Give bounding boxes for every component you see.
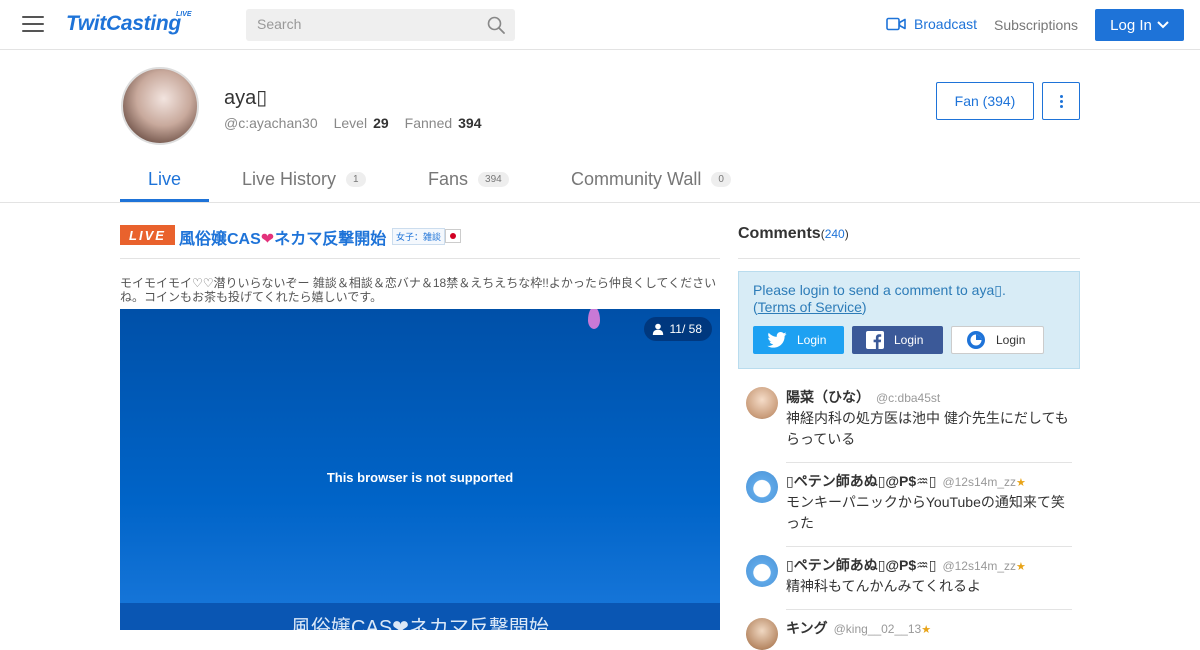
level-value: 29 xyxy=(373,115,389,131)
hamburger-menu-icon[interactable] xyxy=(22,16,44,34)
twitter-login-button[interactable]: Login xyxy=(753,326,844,354)
supporter-medal-icon: ★ xyxy=(1016,561,1026,573)
balloon-icon xyxy=(588,309,600,329)
logo-live-mark: LIVE xyxy=(176,11,192,18)
broadcast-link[interactable]: Broadcast xyxy=(886,16,977,32)
commenter-avatar[interactable] xyxy=(746,555,778,587)
commenter-id: @c:dba45st xyxy=(876,391,941,405)
commenter-display-name: ▯ペテン師あぬ▯@P$♒▯ xyxy=(786,557,937,573)
sns-label: Login xyxy=(797,333,827,347)
chevron-down-icon xyxy=(1157,21,1169,29)
tab-label: Fans xyxy=(428,169,469,189)
commenter-id: @12s14m_zz xyxy=(942,559,1016,573)
user-avatar xyxy=(121,67,199,145)
login-message-text: Please login to send a comment to aya▯. xyxy=(753,282,1006,298)
comment-login-box: Please login to send a comment to aya▯. … xyxy=(738,271,1080,369)
twitter-icon xyxy=(767,332,787,348)
live-title-part2: ネカマ反撃開始 xyxy=(274,231,387,248)
more-options-icon[interactable] xyxy=(1042,82,1080,120)
twitcasting-icon xyxy=(967,331,985,349)
commenter-name[interactable]: ▯ペテン師あぬ▯@P$♒▯ @12s14m_zz★ xyxy=(786,471,1026,491)
commenter-name[interactable]: キング @king__02__13★ xyxy=(786,618,931,638)
tab-live[interactable]: Live xyxy=(148,169,181,190)
comment-divider xyxy=(786,609,1072,610)
comment-text: 神経内科の処方医は池中 健介先生にだしてもらっている xyxy=(786,410,1069,447)
divider xyxy=(738,258,1080,259)
commenter-display-name: キング xyxy=(786,620,828,636)
commenter-display-name: ▯ペテン師あぬ▯@P$♒▯ xyxy=(786,473,937,489)
live-badge: LIVE xyxy=(120,225,175,245)
search-icon[interactable] xyxy=(487,16,505,34)
tab-count-badge: 394 xyxy=(478,172,509,187)
comment-text: モンキーパニックからYouTubeの通知来て笑った xyxy=(786,494,1065,531)
terms-of-service-link[interactable]: Terms of Service xyxy=(758,299,862,315)
live-title-part1: 風俗嬢CAS xyxy=(179,231,261,248)
user-icon xyxy=(652,323,663,335)
commenter-avatar[interactable] xyxy=(746,618,778,650)
comments-count: 240 xyxy=(824,227,845,241)
tab-count-badge: 0 xyxy=(711,172,731,187)
tab-live-history[interactable]: Live History 1 xyxy=(242,169,366,190)
japan-flag-icon xyxy=(445,229,461,243)
broadcast-label: Broadcast xyxy=(914,16,978,32)
live-title[interactable]: 風俗嬢CAS❤ネカマ反撃開始 xyxy=(179,225,386,249)
tab-fans[interactable]: Fans 394 xyxy=(428,169,509,190)
login-message: Please login to send a comment to aya▯. … xyxy=(753,282,1006,315)
login-button[interactable]: Log In xyxy=(1095,9,1184,41)
live-description: モイモイモイ♡♡潜りいらないぞー 雑談＆相談＆恋バナ＆18禁＆えちえちな枠!!よ… xyxy=(120,276,717,304)
active-tab-indicator xyxy=(120,199,209,202)
video-camera-icon xyxy=(886,17,906,31)
commenter-name[interactable]: ▯ペテン師あぬ▯@P$♒▯ @12s14m_zz★ xyxy=(786,555,1026,575)
supporter-medal-icon: ★ xyxy=(921,624,932,636)
subscriptions-link[interactable]: Subscriptions xyxy=(994,17,1078,33)
comment-divider xyxy=(786,546,1072,547)
comment-text: 精神科もてんかんみてくれるよ xyxy=(786,578,982,594)
unsupported-message: This browser is not supported xyxy=(326,470,514,485)
divider xyxy=(120,258,720,259)
user-display-name: aya▯ xyxy=(224,87,268,109)
heart-icon: ❤ xyxy=(260,231,275,248)
facebook-icon xyxy=(866,331,884,349)
supporter-medal-icon: ★ xyxy=(1016,477,1026,489)
facebook-login-button[interactable]: Login xyxy=(852,326,943,354)
viewer-count: 11/ 58 xyxy=(669,322,702,336)
commenter-id: @king__02__13 xyxy=(833,622,922,636)
commenter-avatar[interactable] xyxy=(746,387,778,419)
login-button-label: Log In xyxy=(1110,16,1152,34)
video-player[interactable]: 11/ 58 This browser is not supported 風俗嬢… xyxy=(120,309,720,630)
user-handle: @c:ayachan30 xyxy=(224,115,318,131)
viewer-count-badge: 11/ 58 xyxy=(643,317,712,341)
category-tag[interactable]: 女子：雑談 xyxy=(392,228,446,245)
twitcasting-login-button[interactable]: Login xyxy=(951,326,1044,354)
top-navigation-bar: TwitCasting LIVE Broadcast Subscriptions… xyxy=(0,0,1200,50)
search-box xyxy=(246,9,515,41)
search-input[interactable] xyxy=(257,16,477,32)
commenter-display-name: 陽菜（ひな） xyxy=(786,389,870,405)
paren-close: ) xyxy=(844,227,849,241)
level-label: Level xyxy=(333,115,368,131)
comments-title: Comments xyxy=(738,225,821,242)
player-title: 風俗嬢CAS❤ネカマ反撃開始 xyxy=(291,617,549,630)
tab-label: Live History xyxy=(242,169,337,189)
fanned-label: Fanned xyxy=(404,115,453,131)
twitcasting-logo[interactable]: TwitCasting xyxy=(66,12,181,36)
fan-button[interactable]: Fan (394) xyxy=(936,82,1034,120)
tab-count-badge: 1 xyxy=(346,172,366,187)
sns-label: Login xyxy=(996,333,1026,347)
comments-heading: Comments(240) xyxy=(738,225,849,243)
user-meta: @c:ayachan30 Level 29 Fanned 394 xyxy=(224,115,492,131)
profile-tabs: Live Live History 1 Fans 394 Community W… xyxy=(0,155,1200,203)
commenter-id: @12s14m_zz xyxy=(942,475,1016,489)
tab-label: Live xyxy=(148,169,182,189)
tab-community-wall[interactable]: Community Wall 0 xyxy=(571,169,731,190)
commenter-name[interactable]: 陽菜（ひな） @c:dba45st xyxy=(786,387,940,407)
commenter-avatar[interactable] xyxy=(746,471,778,503)
sns-label: Login xyxy=(894,333,924,347)
comment-divider xyxy=(786,462,1072,463)
fanned-value: 394 xyxy=(458,115,482,131)
tab-label: Community Wall xyxy=(571,169,702,189)
